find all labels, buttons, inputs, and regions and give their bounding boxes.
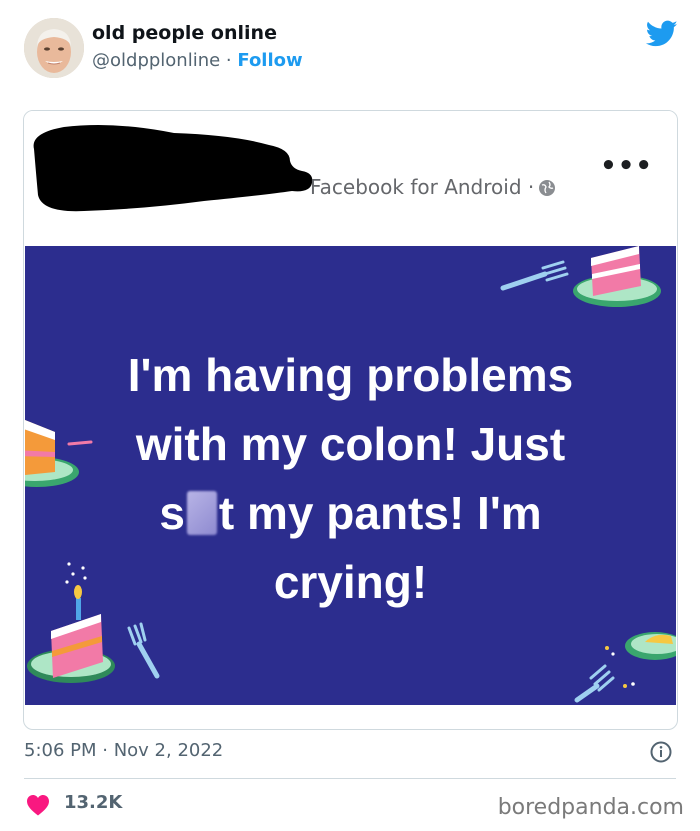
tweet-embed: old people online @oldpplonline · Follow… <box>0 0 700 831</box>
post-text-line: with my colon! Just <box>135 418 566 470</box>
facebook-post-header: Facebook for Android · ••• <box>24 111 677 246</box>
tweet-timestamp[interactable]: 5:06 PM · Nov 2, 2022 <box>24 740 223 761</box>
post-text-line: s t my pants! I'm <box>25 479 676 548</box>
twitter-bird-icon[interactable] <box>646 20 678 48</box>
globe-icon <box>539 180 555 196</box>
author-meta: @oldpplonline · Follow <box>92 50 303 71</box>
post-source: Facebook for Android · <box>310 175 535 199</box>
author-handle[interactable]: @oldpplonline <box>92 50 220 71</box>
fork-icon <box>574 664 635 703</box>
media-card[interactable]: Facebook for Android · ••• I'm having pr… <box>23 110 678 730</box>
divider <box>24 778 676 779</box>
like-count[interactable]: 13.2K <box>64 792 122 813</box>
post-text-line: crying! <box>273 556 428 608</box>
post-text-fragment: s <box>159 487 185 539</box>
post-text: I'm having problems with my colon! Just … <box>25 341 676 617</box>
cake-slice-icon <box>573 246 661 307</box>
handle-separator: · <box>220 50 238 71</box>
post-text-line: I'm having problems <box>127 349 574 401</box>
fork-icon <box>127 622 160 679</box>
post-text-fragment: t my pants! I'm <box>218 487 542 539</box>
info-icon[interactable] <box>650 741 672 763</box>
follow-button[interactable]: Follow <box>237 50 302 71</box>
avatar[interactable] <box>24 18 84 78</box>
post-background: I'm having problems with my colon! Just … <box>25 246 676 705</box>
watermark: boredpanda.com <box>497 795 684 820</box>
author-name[interactable]: old people online <box>92 22 277 44</box>
heart-icon[interactable] <box>26 794 50 816</box>
more-options-button[interactable]: ••• <box>600 153 653 179</box>
fork-icon <box>500 260 569 291</box>
censor-blur <box>186 491 217 535</box>
dessert-plate-icon <box>605 632 676 660</box>
redacted-name <box>33 125 313 212</box>
